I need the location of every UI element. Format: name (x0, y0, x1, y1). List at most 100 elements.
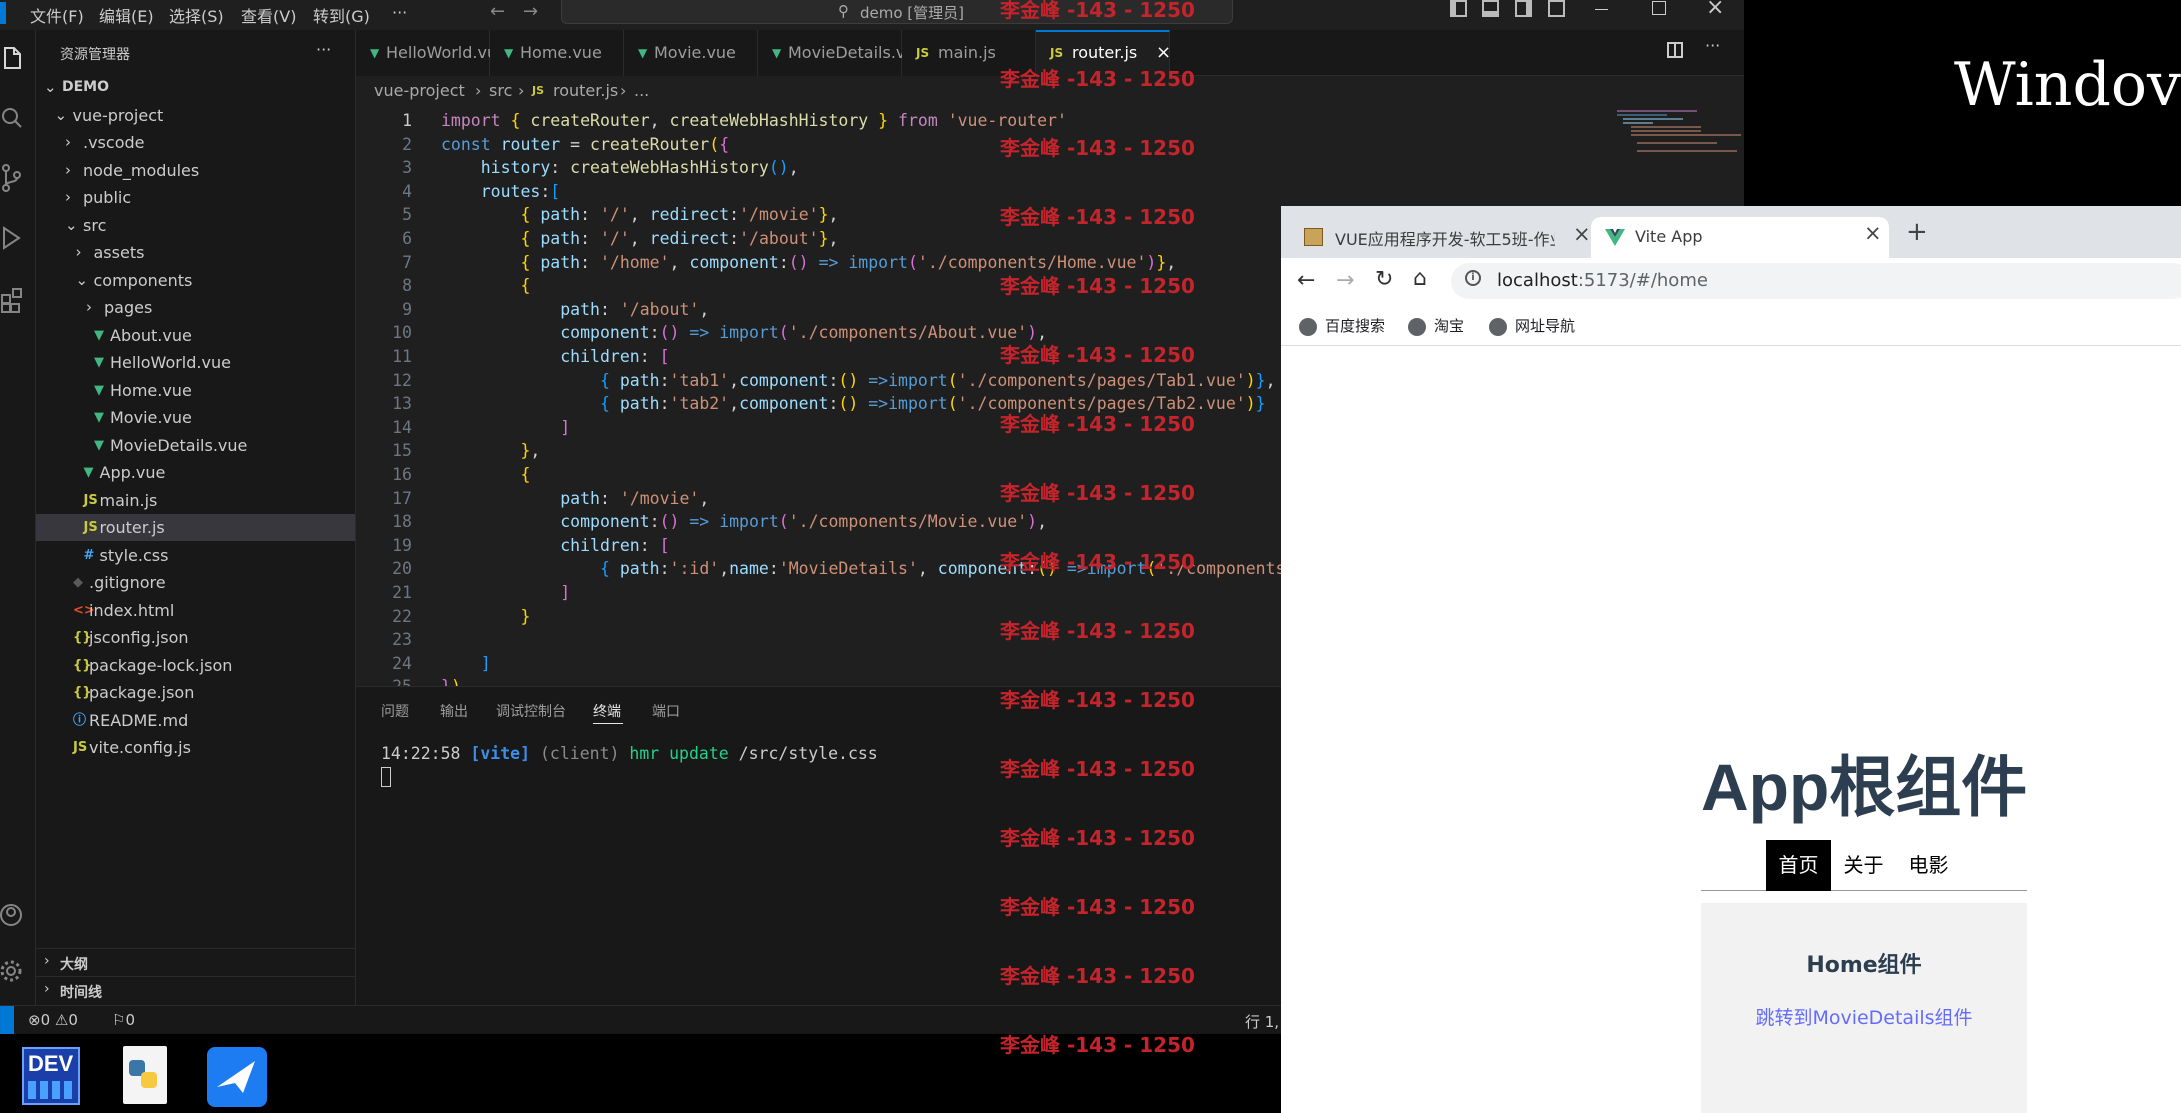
code-token: { (520, 229, 541, 248)
tree-item[interactable]: ▼ App.vue (36, 459, 355, 486)
panel-tab-debug-console[interactable]: 调试控制台 (496, 701, 566, 721)
tree-item[interactable]: › .vscode (36, 129, 355, 156)
editor-tab[interactable]: ▼ Movie.vue (624, 30, 758, 76)
bookmark-item[interactable]: 百度搜索 (1299, 306, 1385, 346)
nav-link-home[interactable]: 首页 (1766, 840, 1831, 891)
menu-file[interactable]: 文件(F) (30, 3, 84, 27)
tree-item[interactable]: ▼ Home.vue (36, 377, 355, 404)
remote-indicator[interactable] (0, 1006, 14, 1034)
new-tab-button[interactable]: + (1906, 217, 1928, 247)
tree-item[interactable]: JS router.js (36, 514, 355, 541)
close-tab-icon[interactable]: × (1156, 30, 1171, 76)
explorer-more-icon[interactable]: ··· (316, 40, 331, 59)
tree-item[interactable]: JS vite.config.js (36, 734, 355, 761)
maximize-icon[interactable] (1652, 1, 1666, 15)
manage-gear-icon[interactable] (0, 958, 24, 984)
tree-item[interactable]: ▼ MovieDetails.vue (36, 432, 355, 459)
tree-item[interactable]: › public (36, 184, 355, 211)
customize-layout-icon[interactable] (1548, 0, 1565, 17)
cursor-position[interactable]: 行 1, (1245, 1011, 1279, 1032)
ports-status[interactable]: ⚐0 (112, 1011, 135, 1029)
toggle-secondary-sidebar-icon[interactable] (1515, 0, 1532, 17)
tree-item[interactable]: ◆ .gitignore (36, 569, 355, 596)
toggle-primary-sidebar-icon[interactable] (1450, 0, 1467, 17)
menu-selection[interactable]: 选择(S) (169, 3, 224, 27)
back-arrow-icon[interactable]: ← (1297, 268, 1315, 293)
minimize-icon[interactable] (1595, 9, 1608, 10)
tree-item[interactable]: ⌄ DEMO (36, 74, 355, 101)
bookmark-item[interactable]: 网址导航 (1489, 306, 1575, 346)
tree-item[interactable]: › node_modules (36, 157, 355, 184)
split-editor-icon[interactable] (1667, 42, 1683, 58)
tree-item[interactable]: ▼ HelloWorld.vue (36, 349, 355, 376)
editor-tab[interactable]: ▼ MovieDetails.vue (758, 30, 925, 76)
tree-item[interactable]: {} package.json (36, 679, 355, 706)
address-bar[interactable]: i localhost:5173/#/home (1451, 263, 2181, 299)
tree-item[interactable]: ⌄ vue-project (36, 102, 355, 129)
panel-tab-problems[interactable]: 问题 (381, 701, 409, 721)
feishu-app-icon[interactable] (207, 1047, 267, 1107)
panel-tab-terminal[interactable]: 终端 (593, 701, 621, 721)
timeline-section[interactable]: › 时间线 (36, 976, 355, 1003)
editor-tab[interactable]: ▼ HelloWorld.vue (356, 30, 507, 76)
breadcrumb-item[interactable]: vue-project (374, 76, 465, 106)
editor-tab[interactable]: JS router.js × (1036, 30, 1171, 76)
devcpp-app-icon[interactable]: DEV (22, 1047, 80, 1105)
terminal-cursor[interactable] (381, 767, 391, 787)
minimap[interactable] (1611, 106, 1741, 164)
run-debug-icon[interactable] (0, 225, 22, 253)
problems-status[interactable]: ⊗0 ⚠0 (28, 1011, 78, 1029)
toggle-panel-icon[interactable] (1482, 0, 1499, 17)
tree-item[interactable]: ⌄ components (36, 267, 355, 294)
panel-tab-ports[interactable]: 端口 (652, 701, 680, 721)
tree-item[interactable]: ▼ About.vue (36, 322, 355, 349)
editor-more-icon[interactable]: ··· (1705, 36, 1720, 55)
breadcrumb-item[interactable]: ... (634, 76, 649, 106)
account-icon[interactable] (0, 902, 24, 928)
browser-tab[interactable]: VUE应用程序开发-软工5班-作业 × (1291, 215, 1596, 258)
tree-item[interactable]: {} package-lock.json (36, 652, 355, 679)
movie-details-link[interactable]: 跳转到MovieDetails组件 (1701, 1003, 2027, 1030)
menu-go[interactable]: 转到(G) (313, 3, 370, 27)
nav-link-movie[interactable]: 电影 (1896, 840, 1961, 891)
home-icon[interactable]: ⌂ (1413, 266, 1427, 291)
editor-tab[interactable]: ▼ Home.vue (490, 30, 624, 76)
tree-item[interactable]: JS main.js (36, 487, 355, 514)
search-icon[interactable] (0, 105, 22, 131)
close-tab-icon[interactable]: × (1864, 221, 1882, 245)
breadcrumb-item[interactable]: router.js (553, 76, 618, 106)
menu-view[interactable]: 查看(V) (241, 3, 296, 27)
extensions-icon[interactable] (0, 285, 22, 315)
tree-item[interactable]: ⓘ README.md (36, 707, 355, 734)
explorer-icon[interactable] (1, 46, 23, 72)
tree-item[interactable]: # style.css (36, 542, 355, 569)
reload-icon[interactable]: ↻ (1375, 267, 1393, 292)
nav-link-about[interactable]: 关于 (1831, 840, 1896, 891)
code-line: children: [ (441, 345, 669, 369)
forward-arrow-icon[interactable]: → (1336, 268, 1354, 293)
info-icon[interactable]: i (1465, 270, 1481, 286)
source-control-icon[interactable] (0, 163, 22, 193)
command-center[interactable]: ⚲ demo [管理员] (561, 0, 1233, 24)
tree-item[interactable]: › pages (36, 294, 355, 321)
browser-tab-active[interactable]: Vite App × (1591, 217, 1889, 258)
tree-item[interactable]: ▼ Movie.vue (36, 404, 355, 431)
editor-tab[interactable]: JS main.js (902, 30, 1036, 76)
url-text[interactable]: localhost:5173/#/home (1497, 270, 1708, 291)
outline-section[interactable]: › 大纲 (36, 948, 355, 975)
forward-arrow-icon[interactable]: → (523, 1, 538, 22)
tree-item[interactable]: {} jsconfig.json (36, 624, 355, 651)
menu-edit[interactable]: 编辑(E) (99, 3, 154, 27)
close-window-icon[interactable]: × (1706, 0, 1724, 20)
code-token: () (659, 323, 690, 343)
panel-tab-output[interactable]: 输出 (440, 701, 468, 721)
close-tab-icon[interactable]: × (1573, 222, 1591, 246)
bookmark-item[interactable]: 淘宝 (1408, 306, 1464, 346)
tree-item[interactable]: › assets (36, 239, 355, 266)
back-arrow-icon[interactable]: ← (490, 1, 505, 22)
tree-item[interactable]: <> index.html (36, 597, 355, 624)
breadcrumb-item[interactable]: src (489, 76, 512, 106)
python-file-icon[interactable] (123, 1046, 167, 1104)
menu-more[interactable]: ··· (392, 3, 407, 22)
tree-item[interactable]: ⌄ src (36, 212, 355, 239)
